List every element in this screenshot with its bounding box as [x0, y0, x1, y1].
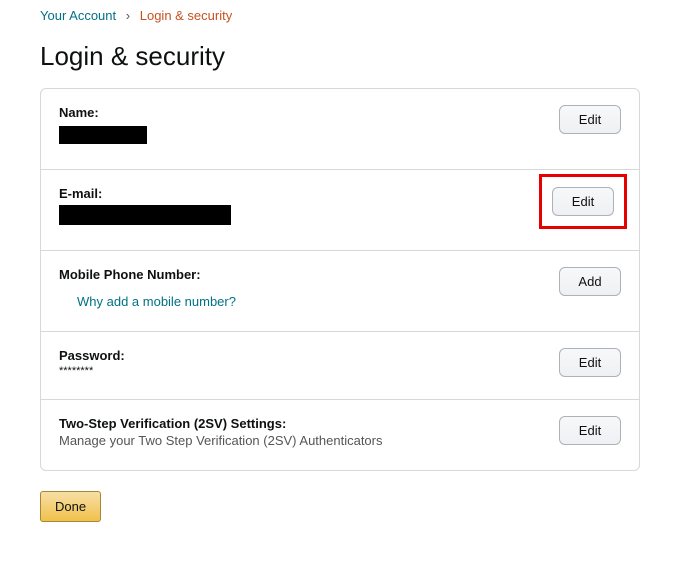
email-value-redacted [59, 205, 231, 225]
row-mobile: Mobile Phone Number: Why add a mobile nu… [41, 251, 639, 332]
email-label: E-mail: [59, 186, 527, 201]
page-title: Login & security [40, 41, 640, 72]
two-step-desc: Manage your Two Step Verification (2SV) … [59, 433, 547, 448]
row-password: Password: ******** Edit [41, 332, 639, 400]
breadcrumb-root-link[interactable]: Your Account [40, 8, 116, 23]
edit-password-button[interactable]: Edit [559, 348, 621, 377]
name-value-redacted [59, 126, 147, 144]
edit-email-highlight: Edit [539, 174, 627, 229]
mobile-label: Mobile Phone Number: [59, 267, 547, 282]
edit-two-step-button[interactable]: Edit [559, 416, 621, 445]
breadcrumb: Your Account › Login & security [40, 8, 640, 23]
password-value: ******** [59, 365, 547, 377]
edit-name-button[interactable]: Edit [559, 105, 621, 134]
done-button[interactable]: Done [40, 491, 101, 522]
two-step-label: Two-Step Verification (2SV) Settings: [59, 416, 547, 431]
why-add-mobile-link[interactable]: Why add a mobile number? [77, 294, 547, 309]
row-two-step: Two-Step Verification (2SV) Settings: Ma… [41, 400, 639, 470]
password-label: Password: [59, 348, 547, 363]
add-mobile-button[interactable]: Add [559, 267, 621, 296]
settings-panel: Name: Edit E-mail: Edit Mobile Phone Num… [40, 88, 640, 471]
row-email: E-mail: Edit [41, 170, 639, 251]
name-label: Name: [59, 105, 547, 120]
edit-email-button[interactable]: Edit [552, 187, 614, 216]
row-name: Name: Edit [41, 89, 639, 170]
breadcrumb-current: Login & security [140, 8, 233, 23]
breadcrumb-separator: › [126, 8, 130, 23]
